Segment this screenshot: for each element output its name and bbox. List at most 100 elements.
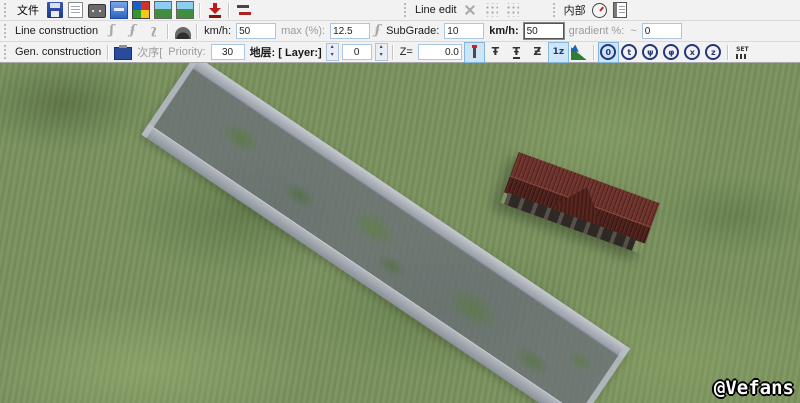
gen-construction-label: Gen. construction [15, 46, 101, 58]
cut-line-button[interactable] [460, 0, 481, 21]
toolbar-gen-construction: Gen. construction 次序[ Priority: 地层: [ La… [0, 42, 800, 63]
toolbar-gripper[interactable] [404, 3, 408, 18]
toolbar-file: 文件 Line edit 内部 [0, 0, 800, 21]
layer-label: 地层: [ Layer:] [250, 44, 322, 60]
curve-icon-2: ʄ [127, 23, 139, 39]
cassette-icon [88, 4, 106, 18]
archive-button[interactable] [108, 0, 130, 21]
pattern-grid-button[interactable] [481, 0, 502, 21]
separator [167, 24, 169, 39]
gauge-icon [592, 3, 607, 18]
fern-patch [557, 339, 605, 382]
road-end-cap [141, 63, 200, 138]
layer-spinner-left[interactable]: ▴ ▾ [326, 43, 339, 61]
save-icon [47, 2, 63, 18]
watermark: @Vefans [714, 377, 794, 399]
spinner-up-icon[interactable]: ▴ [376, 44, 387, 52]
rotate-icon-5: x [684, 44, 700, 60]
save-button[interactable] [44, 0, 65, 21]
z-stroke-icon: Ƶ [533, 45, 541, 59]
subgrade-label: SubGrade: [386, 25, 439, 37]
subgrade-input[interactable] [444, 23, 484, 39]
toolbar-gripper[interactable] [4, 24, 8, 39]
spinner-up-icon[interactable]: ▴ [327, 44, 338, 52]
rotate-icon-2: t [621, 44, 637, 60]
ledger-icon [613, 2, 627, 18]
cut-icon [462, 2, 478, 18]
tunnel-button[interactable] [172, 21, 193, 42]
document-button[interactable] [65, 0, 86, 21]
align-top-icon: Ŧ [492, 45, 500, 59]
align-middle-icon: Ŧ [513, 46, 521, 59]
align-z-middle-button[interactable]: Ŧ [506, 42, 527, 63]
map-viewport[interactable]: @Vefans [0, 63, 800, 403]
curve-tool-button-2[interactable]: ʄ [122, 21, 143, 42]
set-button[interactable]: SET [732, 42, 753, 63]
separator [107, 45, 109, 60]
speed-input[interactable] [236, 23, 276, 39]
internal-label: 内部 [564, 2, 586, 18]
palette-button[interactable] [130, 0, 152, 21]
max-percent-label: max (%): [281, 25, 325, 37]
spinner-down-icon[interactable]: ▾ [327, 52, 338, 60]
align-z-top-button[interactable]: Ŧ [485, 42, 506, 63]
separator [727, 45, 729, 60]
pattern-grid-icon [484, 3, 498, 17]
slope-icon [571, 47, 587, 60]
z-input[interactable] [418, 44, 462, 60]
gradient-input[interactable] [642, 23, 682, 39]
slope-button[interactable] [569, 42, 590, 63]
place-on-terrain-button[interactable] [464, 42, 485, 63]
stamp-button[interactable] [112, 42, 134, 63]
layer-spinner-right[interactable]: ▴ ▾ [375, 43, 388, 61]
line-construction-label: Line construction [15, 25, 98, 37]
document-icon [68, 2, 83, 18]
rotate-button-6[interactable]: z [703, 42, 724, 63]
separator [196, 24, 198, 39]
rotate-button-1[interactable]: 0 [598, 42, 619, 63]
curve-tool-button-3[interactable]: ʅ [143, 21, 164, 42]
layer-input[interactable] [342, 44, 372, 60]
separator [593, 45, 595, 60]
import-red-icon [207, 2, 223, 18]
rotate-icon-4: φ [663, 44, 679, 60]
priority-input[interactable] [211, 44, 245, 60]
pattern-grid-icon-2 [505, 3, 519, 17]
transfer-list-button[interactable] [233, 0, 254, 21]
rotate-icon-1: 0 [600, 44, 616, 60]
z-label: Z= [400, 46, 413, 58]
building-object[interactable] [500, 152, 659, 254]
import-button[interactable] [204, 0, 225, 21]
rotate-button-2[interactable]: t [619, 42, 640, 63]
pattern-grid-button-2[interactable] [502, 0, 523, 21]
toolbar-gripper[interactable] [553, 3, 557, 18]
road-object[interactable] [141, 63, 630, 403]
gauge-button[interactable] [589, 0, 610, 21]
rotate-button-4[interactable]: φ [661, 42, 682, 63]
rotate-button-5[interactable]: x [682, 42, 703, 63]
file-menu[interactable]: 文件 [12, 0, 44, 20]
kmh2-label: km/h: [489, 25, 518, 37]
archive-icon [110, 1, 128, 19]
z-stroke-button[interactable]: Ƶ [527, 42, 548, 63]
single-z-button[interactable]: 1z [548, 42, 569, 63]
rotate-button-3[interactable]: ψ [640, 42, 661, 63]
kmh-label: km/h: [204, 25, 231, 37]
cassette-button[interactable] [86, 0, 108, 21]
spinner-down-icon[interactable]: ▾ [376, 52, 387, 60]
set-icon: SET [733, 46, 751, 59]
curve-tool-button-1[interactable]: ʃ [101, 21, 122, 42]
terrain-image-button[interactable] [152, 0, 174, 21]
max-percent-input[interactable] [330, 23, 370, 39]
curve-icon-3: ʅ [148, 23, 160, 39]
toolbar-gripper[interactable] [4, 45, 8, 60]
speed-input-2[interactable] [524, 23, 564, 39]
curve-icon-1: ʃ [106, 23, 118, 39]
toolbar-gripper[interactable] [4, 3, 8, 18]
rotate-icon-3: ψ [642, 44, 658, 60]
terrain-image-icon [154, 1, 172, 19]
gradient-label: gradient %: [569, 25, 625, 37]
transfer-list-icon [236, 2, 252, 18]
terrain-image-button-2[interactable] [174, 0, 196, 21]
ledger-button[interactable] [610, 0, 631, 21]
